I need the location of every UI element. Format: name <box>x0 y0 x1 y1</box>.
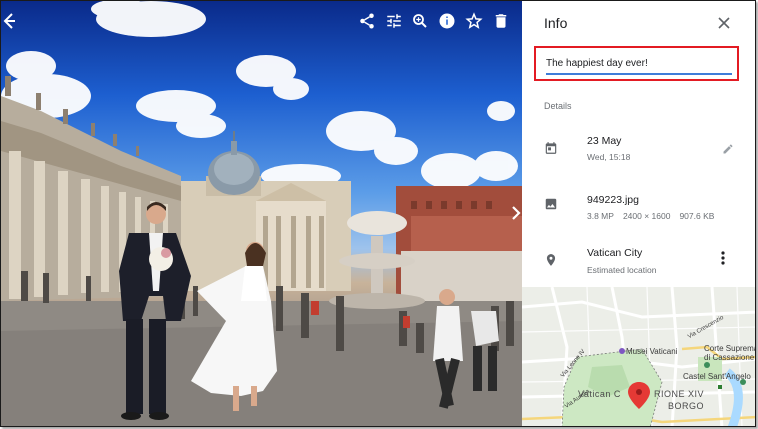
info-panel: Info Details 23 May Wed, 15:18 949223.jp… <box>522 1 756 426</box>
map-label-corte: Corte Suprema <box>704 344 756 353</box>
file-details: 3.8 MP 2400 × 1600 907.6 KB <box>587 211 723 221</box>
delete-icon[interactable] <box>491 11 511 31</box>
photo <box>1 1 522 426</box>
share-icon[interactable] <box>357 11 377 31</box>
location-subtitle: Estimated location <box>587 265 657 275</box>
file-megapixels: 3.8 MP <box>587 211 614 221</box>
info-icon[interactable] <box>437 11 457 31</box>
map-label-cassazione: di Cassazione <box>704 353 755 362</box>
back-arrow-icon[interactable] <box>1 11 17 31</box>
map-label-rione: RIONE XIV <box>654 389 705 399</box>
location-pin-icon <box>544 253 558 267</box>
photo-viewer[interactable] <box>1 1 522 426</box>
star-icon[interactable] <box>464 11 484 31</box>
date-title: 23 May <box>587 135 622 147</box>
date-subtitle: Wed, 15:18 <box>587 152 631 162</box>
file-name: 949223.jpg <box>587 194 639 206</box>
file-size: 907.6 KB <box>679 211 715 221</box>
next-arrow-icon[interactable] <box>510 203 522 223</box>
panel-title: Info <box>544 15 568 31</box>
zoom-icon[interactable] <box>410 11 430 31</box>
location-title: Vatican City <box>587 247 643 259</box>
map-label-borgo: BORGO <box>668 401 705 411</box>
more-options-icon[interactable] <box>718 250 728 266</box>
close-icon[interactable] <box>715 14 733 32</box>
input-underline <box>546 73 732 75</box>
details-heading: Details <box>544 101 572 111</box>
map-label-musei: Musei Vaticani <box>626 347 678 356</box>
image-icon <box>544 197 558 211</box>
map-label-castel: Castel Sant'Angelo <box>683 372 751 381</box>
app-window: Info Details 23 May Wed, 15:18 949223.jp… <box>0 0 756 427</box>
description-highlight <box>534 46 739 81</box>
file-dimensions: 2400 × 1600 <box>622 211 671 221</box>
description-input[interactable] <box>546 58 731 69</box>
calendar-icon <box>544 141 558 155</box>
edit-date-icon[interactable] <box>722 142 734 154</box>
tune-icon[interactable] <box>384 11 404 31</box>
location-map[interactable]: Musei Vaticani Corte Suprema di Cassazio… <box>522 287 756 426</box>
viewer-toolbar <box>1 1 522 41</box>
